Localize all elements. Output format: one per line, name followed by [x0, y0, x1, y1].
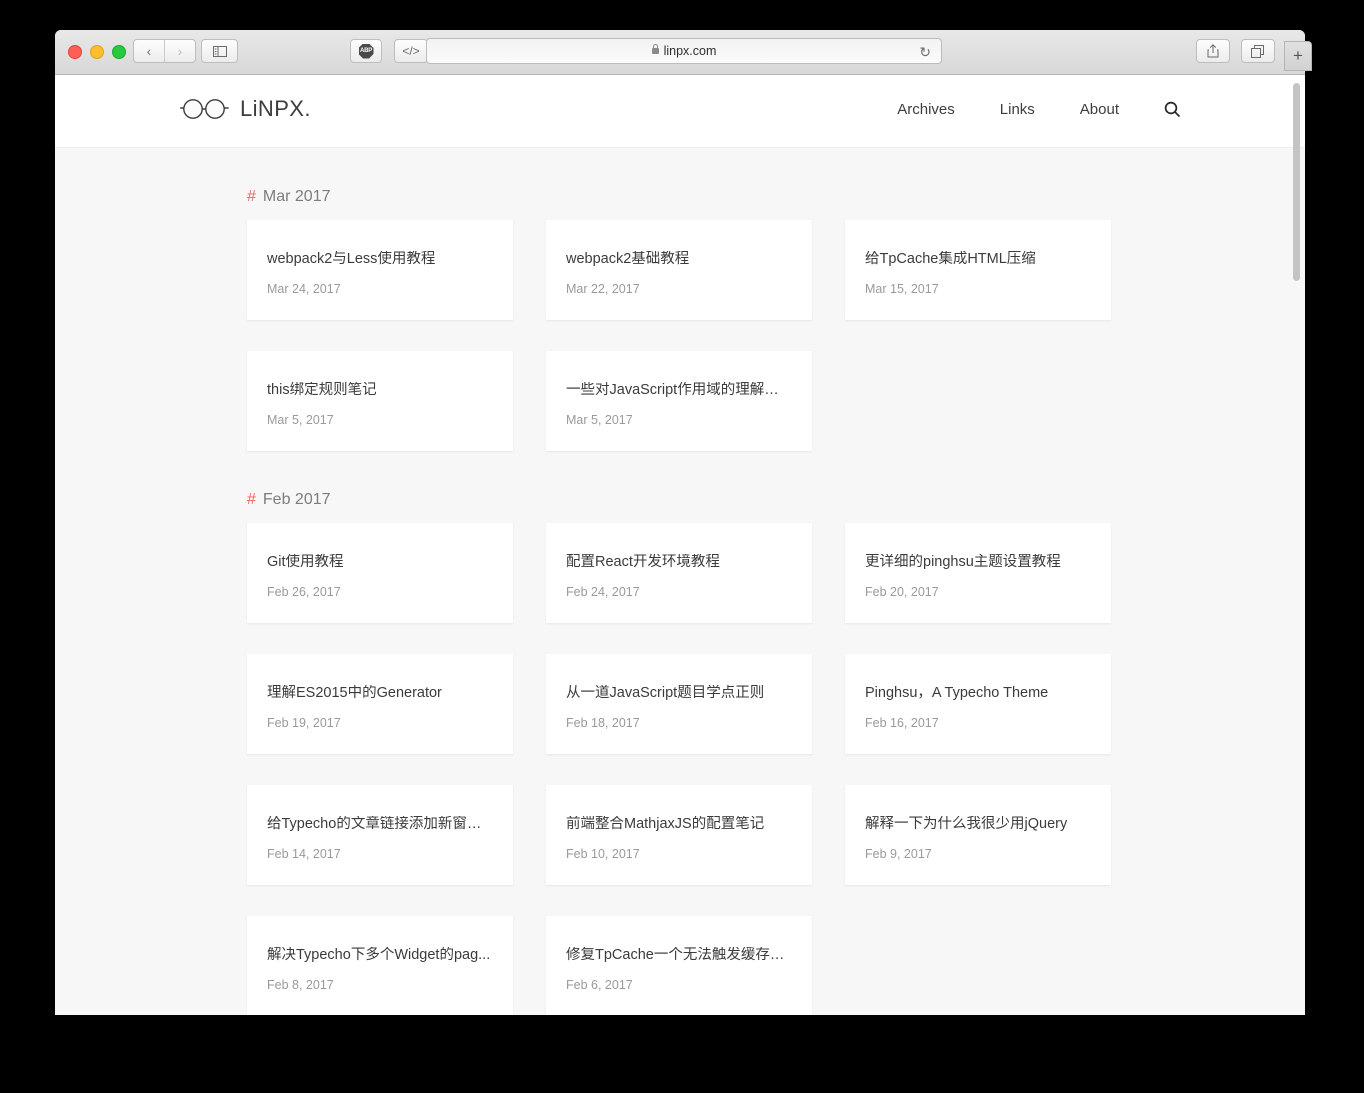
section-title: Mar 2017 [262, 188, 331, 205]
browser-window: ‹ › ABP </> ⇄ [55, 30, 1305, 1015]
maximize-window-button[interactable] [112, 45, 126, 59]
post-date: Feb 19, 2017 [267, 716, 341, 731]
post-date: Mar 5, 2017 [267, 413, 334, 428]
post-title: 前端整合MathjaxJS的配置笔记 [566, 816, 765, 832]
post-date: Feb 14, 2017 [267, 847, 341, 862]
post-card[interactable]: webpack2与Less使用教程 Mar 24, 2017 [247, 220, 513, 320]
archives-content: # Mar 2017 webpack2与Less使用教程 Mar 24, 2017… [55, 148, 1305, 1015]
post-grid-mar-2017: webpack2与Less使用教程 Mar 24, 2017 webpack2基… [247, 220, 1113, 451]
site-logo[interactable]: LiNPX. [179, 96, 311, 122]
post-card[interactable]: 解决Typecho下多个Widget的pag... Feb 8, 2017 [247, 916, 513, 1015]
sidebar-toggle-button[interactable] [201, 39, 238, 63]
site-nav: Archives Links About [897, 101, 1181, 118]
browser-toolbar: ‹ › ABP </> ⇄ [55, 30, 1305, 75]
post-title: 给Typecho的文章链接添加新窗口... [267, 816, 493, 832]
post-card[interactable]: Git使用教程 Feb 26, 2017 [247, 523, 513, 623]
lock-icon [651, 44, 659, 54]
archive-section-feb-2017: # Feb 2017 Git使用教程 Feb 26, 2017 配置React开发… [247, 491, 1113, 1015]
post-card[interactable]: webpack2基础教程 Mar 22, 2017 [546, 220, 812, 320]
post-card[interactable]: 给Typecho的文章链接添加新窗口... Feb 14, 2017 [247, 785, 513, 885]
archives-inner: # Mar 2017 webpack2与Less使用教程 Mar 24, 2017… [247, 188, 1113, 1015]
window-controls [68, 45, 126, 59]
post-card[interactable]: this绑定规则笔记 Mar 5, 2017 [247, 351, 513, 451]
tabs-icon [1251, 44, 1264, 58]
reload-button[interactable]: ↻ [919, 44, 931, 61]
section-heading-feb-2017: # Feb 2017 [247, 491, 1113, 509]
post-title: webpack2与Less使用教程 [267, 251, 436, 267]
page-viewport: LiNPX. Archives Links About # Mar 2017 w… [55, 75, 1305, 1015]
post-card[interactable]: 配置React开发环境教程 Feb 24, 2017 [546, 523, 812, 623]
post-title: 理解ES2015中的Generator [267, 685, 442, 701]
navigation-buttons: ‹ › [133, 39, 196, 63]
post-card[interactable]: 更详细的pinghsu主题设置教程 Feb 20, 2017 [845, 523, 1111, 623]
hash-marker: # [247, 188, 256, 205]
scrollbar-thumb[interactable] [1293, 83, 1300, 281]
post-date: Feb 20, 2017 [865, 585, 939, 600]
screen: ‹ › ABP </> ⇄ [0, 0, 1364, 1093]
post-title: Pinghsu，A Typecho Theme [865, 685, 1049, 701]
post-title: 解释一下为什么我很少用jQuery [865, 816, 1068, 832]
post-card[interactable]: 给TpCache集成HTML压缩 Mar 15, 2017 [845, 220, 1111, 320]
url-display: linpx.com [651, 44, 717, 58]
post-title: webpack2基础教程 [566, 251, 690, 267]
post-title: Git使用教程 [267, 554, 344, 570]
post-title: 修复TpCache一个无法触发缓存刷... [566, 947, 792, 963]
post-date: Feb 26, 2017 [267, 585, 341, 600]
post-card[interactable]: 一些对JavaScript作用域的理解笔记 Mar 5, 2017 [546, 351, 812, 451]
post-grid-feb-2017: Git使用教程 Feb 26, 2017 配置React开发环境教程 Feb 2… [247, 523, 1113, 1015]
post-date: Mar 22, 2017 [566, 282, 640, 297]
new-tab-button[interactable]: + [1284, 41, 1312, 71]
logo-text: LiNPX. [240, 96, 311, 121]
developer-code-button[interactable]: </> [394, 39, 428, 63]
glasses-icon [180, 99, 229, 119]
post-date: Feb 18, 2017 [566, 716, 640, 731]
nav-item-about[interactable]: About [1080, 101, 1119, 118]
post-title: this绑定规则笔记 [267, 382, 377, 398]
post-date: Feb 16, 2017 [865, 716, 939, 731]
show-tabs-button[interactable] [1241, 39, 1275, 63]
url-text: linpx.com [663, 44, 717, 58]
post-date: Feb 10, 2017 [566, 847, 640, 862]
post-card[interactable]: 理解ES2015中的Generator Feb 19, 2017 [247, 654, 513, 754]
site-header: LiNPX. Archives Links About [55, 75, 1305, 148]
close-window-button[interactable] [68, 45, 82, 59]
post-date: Feb 24, 2017 [566, 585, 640, 600]
post-card[interactable]: 前端整合MathjaxJS的配置笔记 Feb 10, 2017 [546, 785, 812, 885]
post-card[interactable]: Pinghsu，A Typecho Theme Feb 16, 2017 [845, 654, 1111, 754]
forward-button[interactable]: › [165, 40, 195, 62]
post-title: 配置React开发环境教程 [566, 554, 720, 570]
post-title: 解决Typecho下多个Widget的pag... [267, 947, 491, 963]
post-date: Feb 6, 2017 [566, 978, 633, 993]
post-title: 更详细的pinghsu主题设置教程 [865, 554, 1061, 570]
sidebar-icon [212, 45, 227, 57]
post-date: Mar 24, 2017 [267, 282, 341, 297]
share-icon [1207, 44, 1219, 58]
archive-section-mar-2017: # Mar 2017 webpack2与Less使用教程 Mar 24, 2017… [247, 188, 1113, 451]
post-date: Mar 5, 2017 [566, 413, 633, 428]
nav-item-archives[interactable]: Archives [897, 101, 955, 118]
post-date: Feb 8, 2017 [267, 978, 334, 993]
back-button[interactable]: ‹ [134, 40, 165, 62]
abp-icon: ABP [358, 43, 374, 59]
post-title: 从一道JavaScript题目学点正则 [566, 685, 765, 701]
code-brackets-icon: </> [402, 44, 420, 58]
address-bar[interactable]: linpx.com ↻ [426, 38, 942, 64]
post-card[interactable]: 解释一下为什么我很少用jQuery Feb 9, 2017 [845, 785, 1111, 885]
post-date: Feb 9, 2017 [865, 847, 932, 862]
minimize-window-button[interactable] [90, 45, 104, 59]
post-title: 给TpCache集成HTML压缩 [865, 251, 1036, 267]
post-card[interactable]: 从一道JavaScript题目学点正则 Feb 18, 2017 [546, 654, 812, 754]
hash-marker: # [247, 491, 256, 508]
search-button[interactable] [1164, 101, 1181, 118]
post-date: Mar 15, 2017 [865, 282, 939, 297]
adblock-button[interactable]: ABP [350, 39, 382, 63]
section-heading-mar-2017: # Mar 2017 [247, 188, 1113, 206]
share-button[interactable] [1196, 39, 1230, 63]
post-card[interactable]: 修复TpCache一个无法触发缓存刷... Feb 6, 2017 [546, 916, 812, 1015]
search-icon [1164, 101, 1181, 118]
post-title: 一些对JavaScript作用域的理解笔记 [566, 382, 792, 398]
nav-item-links[interactable]: Links [1000, 101, 1035, 118]
section-title: Feb 2017 [262, 491, 331, 508]
page-scrollbar[interactable] [1292, 75, 1303, 1015]
